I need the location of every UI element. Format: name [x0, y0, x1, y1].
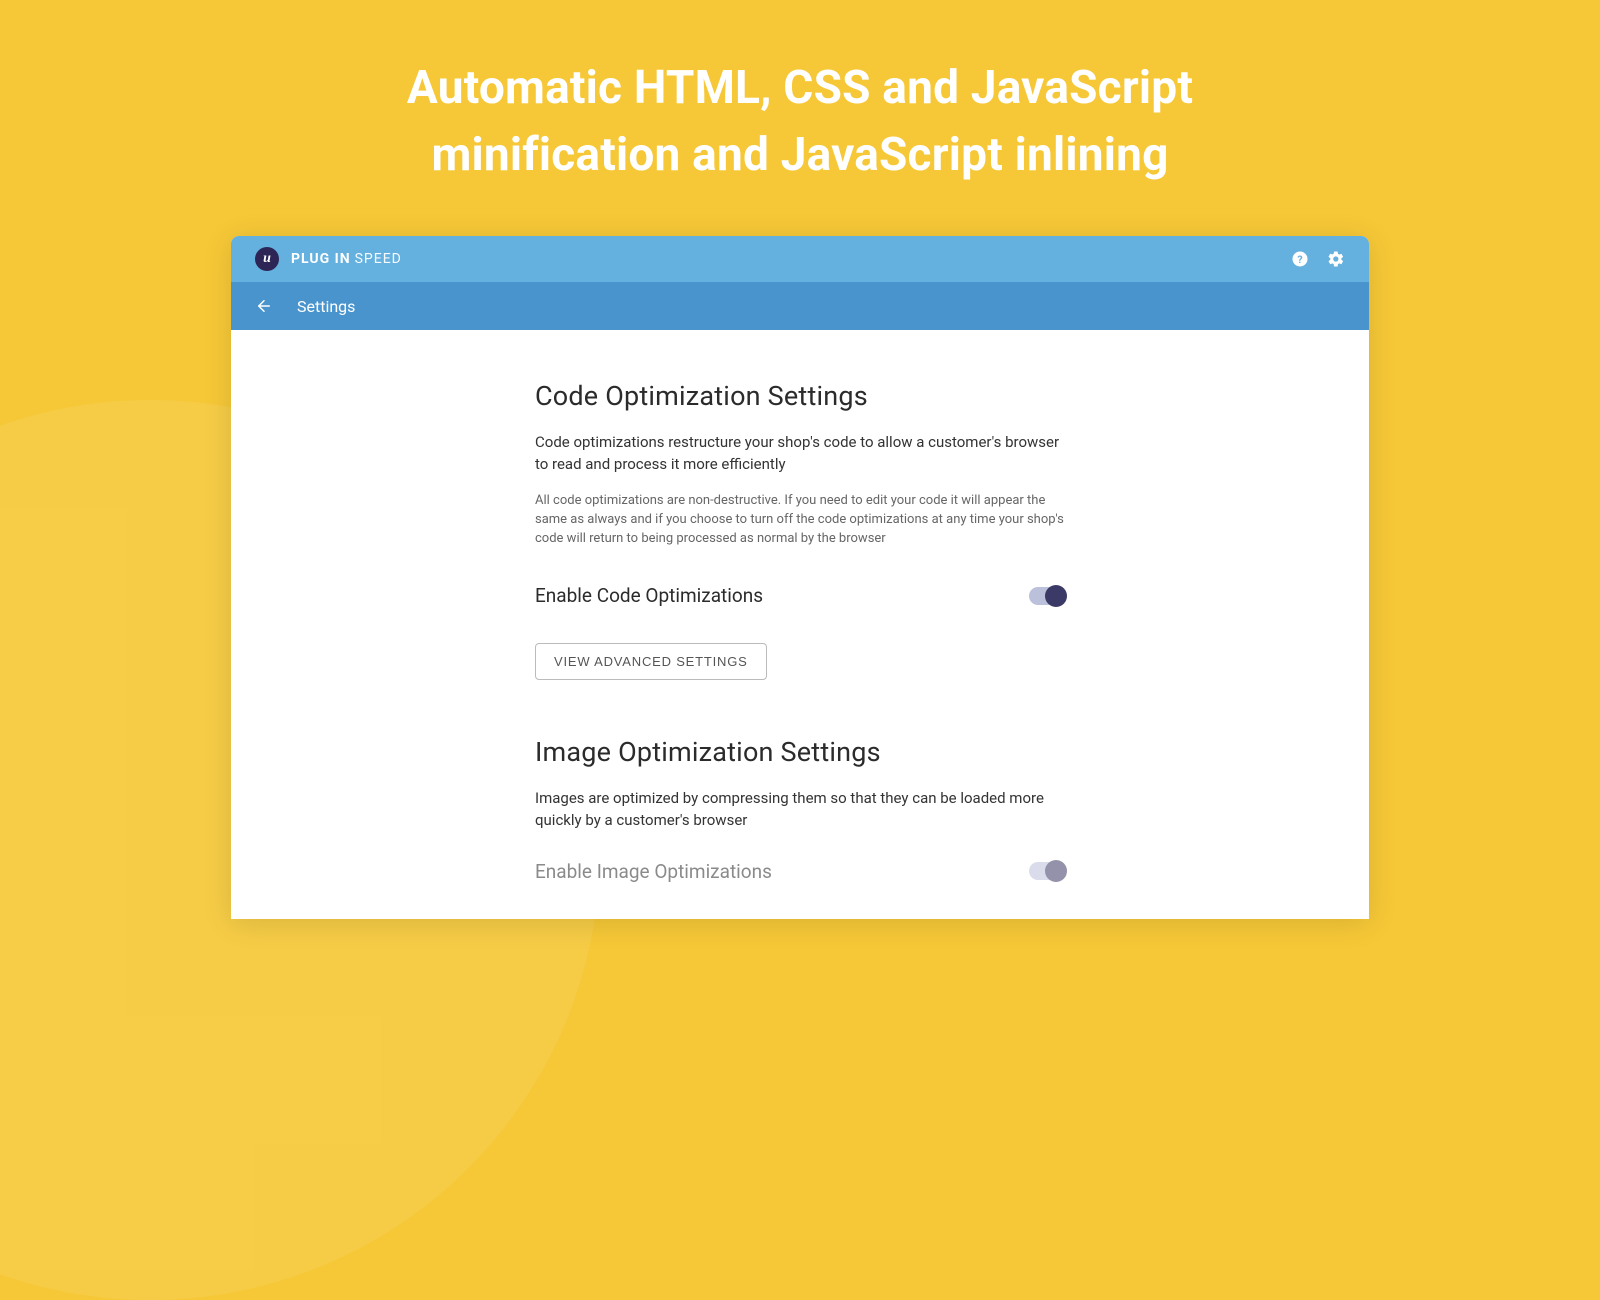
code-toggle-row: Enable Code Optimizations	[535, 584, 1065, 607]
image-toggle[interactable]	[1029, 862, 1065, 880]
image-section-desc: Images are optimized by compressing them…	[535, 788, 1065, 832]
back-arrow-icon[interactable]	[255, 297, 273, 315]
subheader-title: Settings	[297, 297, 355, 316]
image-section-title: Image Optimization Settings	[535, 736, 1065, 768]
gear-icon[interactable]	[1327, 250, 1345, 268]
view-advanced-settings-button[interactable]: View Advanced Settings	[535, 643, 767, 680]
image-toggle-label: Enable Image Optimizations	[535, 860, 772, 883]
code-section-title: Code Optimization Settings	[535, 380, 1065, 412]
code-toggle[interactable]	[1029, 587, 1065, 605]
hero-line2: minification and JavaScript inlining	[431, 128, 1168, 182]
logo-text: PLUG INSPEED	[291, 251, 402, 267]
app-window: u PLUG INSPEED ? Settings Code Optimizat…	[231, 236, 1369, 919]
toggle-knob-icon	[1045, 860, 1067, 882]
logo-bold: PLUG IN	[291, 251, 351, 267]
app-subheader: Settings	[231, 282, 1369, 330]
code-section-note: All code optimizations are non-destructi…	[535, 492, 1065, 549]
toggle-knob-icon	[1045, 585, 1067, 607]
code-toggle-label: Enable Code Optimizations	[535, 584, 763, 607]
help-icon[interactable]: ?	[1291, 250, 1309, 268]
logo-light: SPEED	[355, 251, 402, 267]
logo-badge-icon: u	[255, 247, 279, 271]
code-section-desc: Code optimizations restructure your shop…	[535, 432, 1065, 476]
hero-line1: Automatic HTML, CSS and JavaScript	[407, 61, 1193, 115]
image-toggle-row: Enable Image Optimizations	[535, 860, 1065, 883]
svg-text:?: ?	[1297, 253, 1302, 266]
content-area: Code Optimization Settings Code optimiza…	[231, 330, 1369, 919]
app-header: u PLUG INSPEED ?	[231, 236, 1369, 282]
hero-heading: Automatic HTML, CSS and JavaScript minif…	[0, 55, 1600, 188]
hero-banner: Automatic HTML, CSS and JavaScript minif…	[0, 0, 1600, 236]
